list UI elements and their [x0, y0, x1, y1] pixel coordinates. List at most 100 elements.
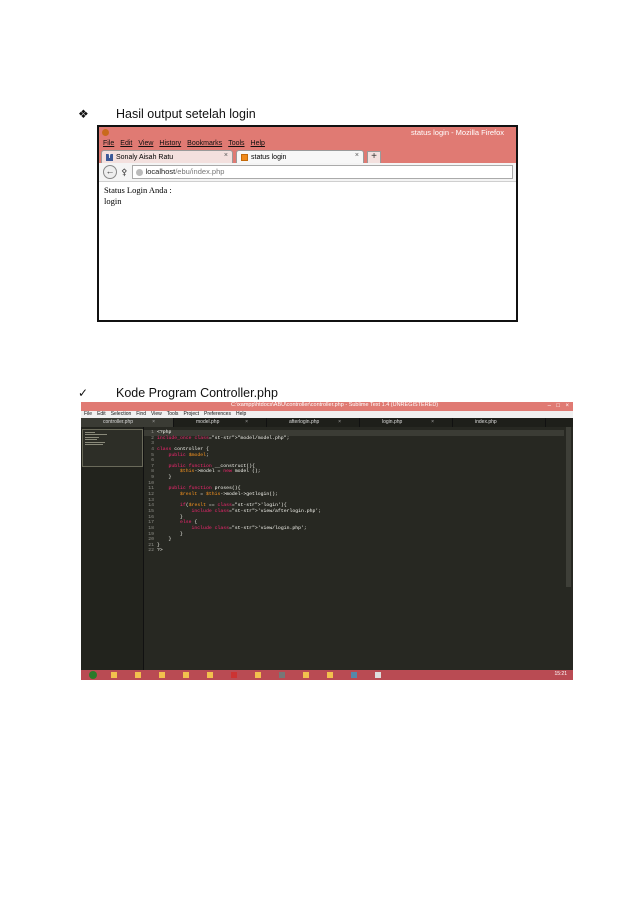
url-bar[interactable]: localhost/ebu/index.php: [131, 165, 513, 179]
code-text: }: [157, 537, 172, 543]
back-button[interactable]: ←: [103, 165, 117, 179]
menu-help[interactable]: Help: [251, 139, 265, 149]
bullet-text: Hasil output setelah login: [116, 107, 256, 121]
code-text: ?>: [157, 548, 163, 554]
firefox-window-title: status login - Mozilla Firefox: [411, 128, 504, 137]
bullet-controller-code: ✓ Kode Program Controller.php: [78, 386, 278, 400]
code-text: }: [157, 514, 183, 520]
scrollbar[interactable]: [566, 427, 571, 587]
tab-model[interactable]: model.php ×: [174, 418, 267, 427]
menu-tools[interactable]: Tools: [228, 139, 244, 149]
start-button-icon[interactable]: [89, 671, 97, 679]
minimap-line: [85, 437, 99, 438]
tab-label: model.php: [196, 419, 220, 425]
tab-label: login.php: [382, 419, 403, 425]
bullet-output-login: ❖ Hasil output setelah login: [78, 107, 256, 121]
minimap-line: [85, 442, 105, 443]
menu-preferences[interactable]: Preferences: [204, 411, 231, 418]
code-text: if($reslt == class="st-str">'login'){: [180, 503, 287, 509]
tab-index[interactable]: index.php: [453, 418, 546, 427]
sublime-titlebar: C:\xampp\htdocs\ABU\controller\controlle…: [81, 402, 573, 411]
minimap[interactable]: [81, 427, 144, 670]
tab-login[interactable]: login.php ×: [360, 418, 453, 427]
minimap-line: [85, 432, 95, 433]
minimap-line: [85, 439, 97, 440]
tab-label: controller.php: [103, 419, 134, 425]
sublime-tabbar: controller.php × model.php × afterlogin.ph…: [81, 418, 573, 427]
close-icon[interactable]: ×: [355, 152, 359, 159]
new-tab-button[interactable]: +: [367, 151, 381, 163]
minimize-icon[interactable]: –: [548, 403, 551, 409]
globe-icon: [135, 168, 143, 176]
taskbar-app-icon[interactable]: [207, 672, 213, 678]
menu-view[interactable]: View: [138, 139, 153, 149]
firefox-tabbar: f Sonaly Aisah Ratu × status login × +: [99, 149, 516, 163]
menu-find[interactable]: Find: [136, 411, 146, 418]
taskbar-app-icon[interactable]: [111, 672, 117, 678]
taskbar-app-icon[interactable]: [279, 672, 285, 678]
line-number: 22: [148, 548, 154, 554]
firefox-icon: [102, 129, 109, 136]
page-content: Status Login Anda : login: [99, 182, 516, 210]
sublime-screenshot: C:\xampp\htdocs\ABU\controller\controlle…: [81, 402, 573, 680]
menu-edit[interactable]: Edit: [97, 411, 106, 418]
taskbar-app-icon[interactable]: [351, 672, 357, 678]
taskbar-app-icon[interactable]: [303, 672, 309, 678]
windows-taskbar: 15:21: [81, 670, 573, 680]
taskbar-app-icon[interactable]: [135, 672, 141, 678]
code-text: <?php: [157, 430, 172, 435]
taskbar-app-icon[interactable]: [327, 672, 333, 678]
close-icon[interactable]: ×: [224, 152, 228, 159]
close-icon[interactable]: ×: [338, 418, 341, 427]
tab-status-login[interactable]: status login ×: [236, 150, 364, 163]
bullet-text: Kode Program Controller.php: [116, 386, 278, 400]
menu-project[interactable]: Project: [183, 411, 199, 418]
menu-bookmarks[interactable]: Bookmarks: [187, 139, 222, 149]
taskbar-app-icon[interactable]: [159, 672, 165, 678]
code-text: include class="st-str">'view/afterlogin.…: [191, 508, 322, 514]
minimap-line: [85, 444, 103, 445]
taskbar-app-icon[interactable]: [183, 672, 189, 678]
menu-file[interactable]: File: [84, 411, 92, 418]
taskbar-app-icon[interactable]: [255, 672, 261, 678]
menu-history[interactable]: History: [159, 139, 181, 149]
firefox-titlebar: status login - Mozilla Firefox: [99, 127, 516, 139]
url-host: localhost: [145, 167, 176, 176]
tab-sonaly[interactable]: f Sonaly Aisah Ratu ×: [101, 150, 233, 163]
status-label: Status Login Anda :: [104, 185, 172, 195]
close-icon[interactable]: ×: [152, 418, 155, 427]
editor-area[interactable]: 1 <?php 2 include_once class="st-str">"mode…: [81, 427, 573, 670]
code-line[interactable]: 22 ?>: [144, 548, 564, 554]
code-text: include class="st-str">'view/login.php';: [191, 525, 307, 531]
code-text: include_once class="st-str">"model/model…: [157, 435, 290, 441]
code-text: $reslt = $this->model->getlogin();: [180, 492, 278, 498]
tab-controller[interactable]: controller.php ×: [81, 418, 174, 427]
xampp-icon: [241, 153, 248, 161]
tab-label: afterlogin.php: [289, 419, 320, 425]
diamond-bullet-icon: ❖: [78, 107, 89, 121]
code-text: public $model;: [168, 452, 209, 458]
menu-selection[interactable]: Selection: [111, 411, 132, 418]
tab-label: Sonaly Aisah Ratu: [116, 153, 174, 161]
menu-tools[interactable]: Tools: [167, 411, 179, 418]
menu-help[interactable]: Help: [236, 411, 246, 418]
code-text: public function proses(){: [168, 486, 241, 492]
firefox-menubar: File Edit View History Bookmarks Tools H…: [99, 139, 516, 149]
maximize-icon[interactable]: □: [556, 403, 560, 409]
close-icon[interactable]: ×: [245, 418, 248, 427]
menu-file[interactable]: File: [103, 139, 114, 149]
menu-view[interactable]: View: [151, 411, 162, 418]
code-text: }: [157, 475, 172, 481]
code-text: }: [157, 531, 183, 537]
tab-afterlogin[interactable]: afterlogin.php ×: [267, 418, 360, 427]
code-text: class controller {: [157, 446, 209, 452]
status-value: login: [104, 196, 122, 206]
close-icon[interactable]: ×: [565, 403, 569, 409]
taskbar-app-icon[interactable]: [375, 672, 381, 678]
close-icon[interactable]: ×: [431, 418, 434, 427]
code-editor[interactable]: 1 <?php 2 include_once class="st-str">"mode…: [144, 430, 564, 554]
menu-edit[interactable]: Edit: [120, 139, 132, 149]
taskbar-app-icon[interactable]: [231, 672, 237, 678]
code-text: $this->model = new model ();: [180, 469, 261, 475]
url-path: /ebu/index.php: [175, 167, 225, 176]
